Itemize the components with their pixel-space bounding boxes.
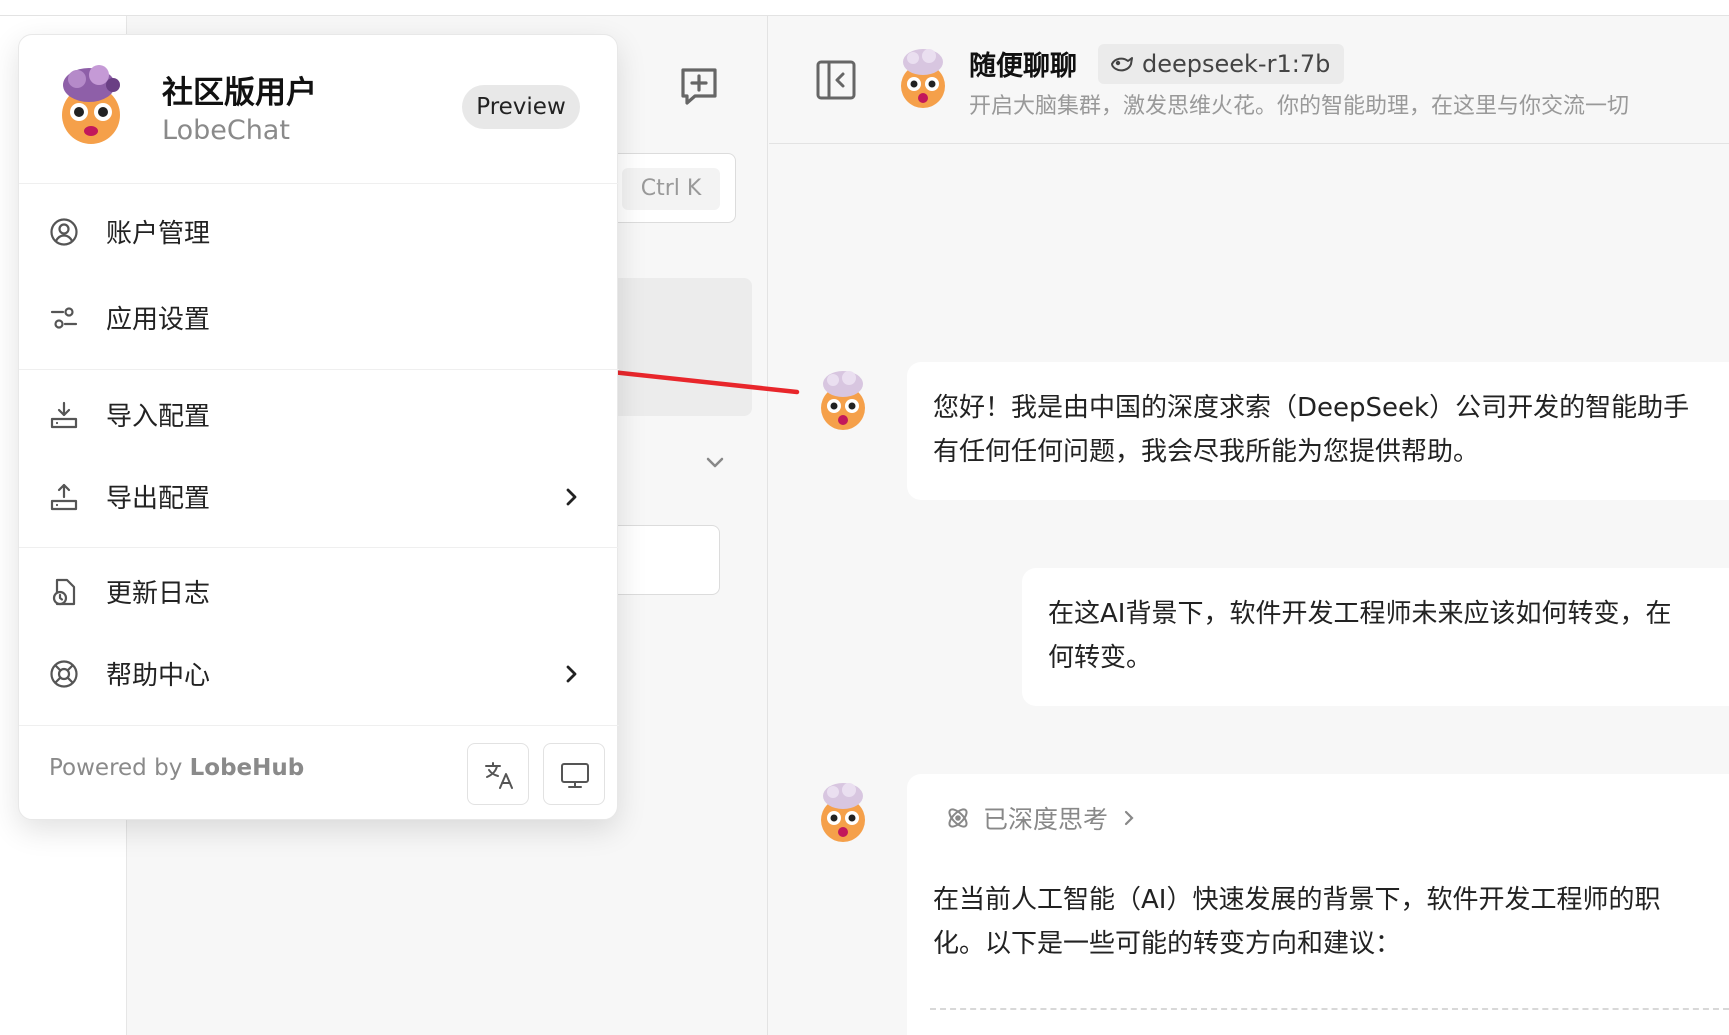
menu-divider: [19, 547, 619, 548]
theme-button[interactable]: [543, 743, 605, 805]
settings-sliders-icon: [50, 307, 78, 329]
menu-item-label: 更新日志: [106, 579, 211, 609]
message-line: 在当前人工智能（AI）快速发展的背景下，软件开发工程师的职: [933, 885, 1661, 915]
powered-by[interactable]: Powered by LobeHub: [49, 755, 304, 781]
menu-divider: [19, 725, 619, 726]
menu-divider: [19, 369, 619, 370]
user-avatar: [62, 65, 120, 144]
menu-item-changelog[interactable]: 更新日志: [19, 557, 619, 627]
menu-item-account[interactable]: 账户管理: [19, 197, 619, 267]
powered-brand: LobeHub: [189, 755, 305, 781]
help-lifebuoy-icon: [50, 660, 78, 688]
menu-item-label: 导入配置: [106, 402, 211, 432]
powered-prefix: Powered by: [49, 755, 183, 781]
panel-toggle-icon[interactable]: [814, 58, 858, 102]
language-button[interactable]: [467, 743, 529, 805]
menu-item-label: 账户管理: [106, 219, 211, 249]
menu-item-label: 导出配置: [106, 484, 211, 514]
monitor-icon: [561, 763, 589, 788]
menu-item-label: 应用设置: [106, 305, 211, 335]
changelog-icon: [52, 578, 76, 606]
thinking-label: 已深度思考: [983, 805, 1109, 834]
menu-item-label: 帮助中心: [106, 661, 211, 691]
whale-icon: [1111, 57, 1133, 72]
chat-description: 开启大脑集群，激发思维火花。你的智能助理，在这里与你交流一切: [969, 94, 1630, 119]
chevron-down-icon[interactable]: [700, 448, 730, 478]
new-chat-icon[interactable]: [675, 62, 723, 110]
menu-item-settings[interactable]: 应用设置: [19, 283, 619, 353]
message-line: 有任何任何问题，我会尽我所能为您提供帮助。: [933, 437, 1480, 467]
preview-badge: Preview: [462, 85, 580, 129]
menu-item-import[interactable]: 导入配置: [19, 380, 619, 450]
chevron-right-icon: [566, 488, 577, 506]
agent-avatar: [901, 49, 945, 108]
menu-divider: [19, 183, 619, 184]
assistant-avatar: [821, 783, 865, 842]
top-border: [0, 0, 1729, 16]
model-name: deepseek-r1:7b: [1142, 50, 1331, 78]
atom-icon: [948, 808, 968, 828]
chevron-right-icon: [1124, 810, 1134, 826]
assistant-avatar: [821, 371, 865, 430]
user-menu: 社区版用户 LobeChat Preview 账户管理 应用设置 导入配置 导出…: [18, 34, 619, 820]
user-circle-icon: [50, 218, 78, 246]
thinking-toggle[interactable]: 已深度思考: [945, 800, 1138, 836]
export-icon: [50, 483, 78, 511]
chat-title: 随便聊聊: [969, 51, 1077, 82]
message-line: 化。以下是一些可能的转变方向和建议：: [933, 929, 1402, 959]
search-shortcut: Ctrl K: [622, 168, 720, 210]
model-tag[interactable]: deepseek-r1:7b: [1098, 44, 1345, 84]
import-icon: [50, 401, 78, 429]
message-line: 在这AI背景下，软件开发工程师未来应该如何转变，在: [1048, 599, 1672, 629]
menu-item-export[interactable]: 导出配置: [19, 462, 619, 532]
app-name: LobeChat: [162, 115, 290, 146]
message-line: 何转变。: [1048, 643, 1153, 673]
chevron-right-icon: [566, 665, 577, 683]
message-divider: [930, 1008, 1729, 1010]
message-line: 您好！我是由中国的深度求索（DeepSeek）公司开发的智能助手: [933, 393, 1690, 423]
menu-item-help[interactable]: 帮助中心: [19, 639, 619, 709]
user-name: 社区版用户: [162, 75, 317, 111]
language-icon: [485, 762, 513, 789]
